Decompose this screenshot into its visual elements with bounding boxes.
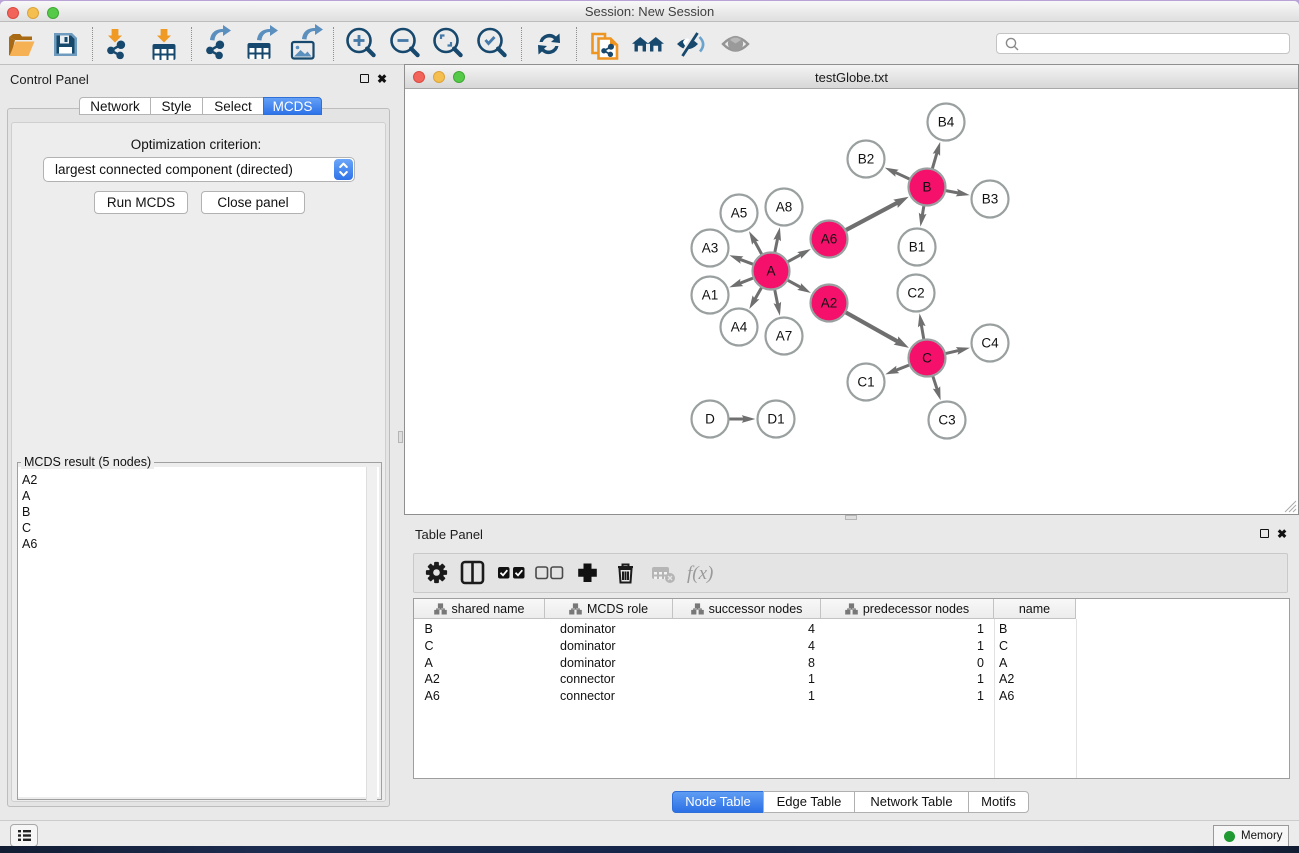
- svg-text:f(x): f(x): [687, 563, 713, 584]
- svg-text:C3: C3: [938, 413, 955, 428]
- svg-text:A5: A5: [731, 206, 748, 221]
- svg-text:B3: B3: [982, 192, 999, 207]
- svg-text:C: C: [922, 351, 932, 366]
- svg-text:A6: A6: [821, 232, 838, 247]
- svg-text:A4: A4: [731, 320, 748, 335]
- svg-text:B: B: [922, 180, 931, 195]
- svg-text:B2: B2: [858, 152, 875, 167]
- svg-text:A3: A3: [702, 241, 719, 256]
- svg-text:C2: C2: [907, 286, 924, 301]
- svg-text:A8: A8: [776, 200, 793, 215]
- svg-text:C4: C4: [981, 336, 999, 351]
- svg-text:A: A: [766, 264, 775, 279]
- svg-text:A7: A7: [776, 329, 793, 344]
- svg-text:B1: B1: [909, 240, 926, 255]
- svg-text:A1: A1: [702, 288, 719, 303]
- svg-text:A2: A2: [821, 296, 838, 311]
- svg-text:C1: C1: [857, 375, 874, 390]
- svg-text:D1: D1: [767, 412, 784, 427]
- svg-text:B4: B4: [938, 115, 955, 130]
- svg-text:D: D: [705, 412, 715, 427]
